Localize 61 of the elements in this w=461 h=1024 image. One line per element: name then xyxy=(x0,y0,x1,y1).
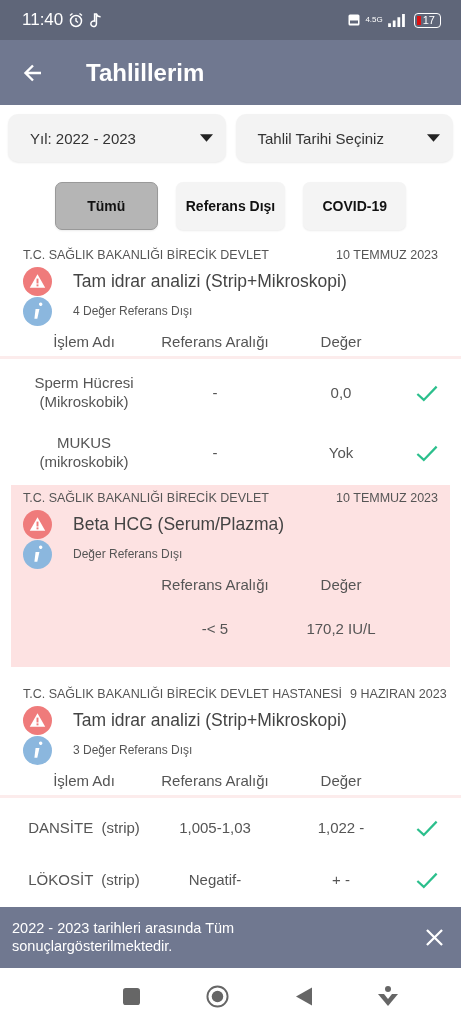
out-of-range-note: 4 Değer Referans Dışı xyxy=(73,304,193,318)
table-cell-text: -< 5 xyxy=(200,619,230,639)
back-arrow-icon[interactable] xyxy=(23,62,43,83)
column-header: İşlem Adı xyxy=(52,771,116,789)
table-cell-text: 1,005-1,03 xyxy=(178,818,252,838)
table-cell-text: LÖKOSİT (strip) xyxy=(27,870,141,890)
institution-name: T.C. SAĞLIK BAKANLIĞI BİRECİK DEVLET HASTANESİ xyxy=(23,687,343,701)
column-header: Referans Aralığı xyxy=(160,332,270,350)
dropdown[interactable]: Yıl: 2022 - 2023 xyxy=(8,114,226,162)
table-cell-text: DANSİTE (strip) xyxy=(27,818,141,838)
filter-chip[interactable]: COVID-19 xyxy=(303,182,407,230)
alarm-clock-icon xyxy=(68,12,85,28)
filter-chip[interactable]: Referans Dışı xyxy=(175,182,286,230)
snackbar-message: 2022 - 2023 tarihleri arasında Tüm sonuçlargösterilmektedir. xyxy=(12,920,236,955)
table-cell-text: Sperm Hücresi (Mikroskobik) xyxy=(33,374,135,412)
institution-name: T.C. SAĞLIK BAKANLIĞI BİRECİK DEVLET xyxy=(23,491,269,505)
table-cell-text: + - xyxy=(331,870,351,890)
caret-icon xyxy=(427,134,440,142)
table-cell-text: Negatif- xyxy=(187,870,243,890)
music-note-icon xyxy=(89,12,103,28)
network-type: 4.5G xyxy=(365,16,383,24)
column-header: Değer xyxy=(319,771,363,789)
table-cell-text: - xyxy=(211,443,219,463)
test-name[interactable]: Beta HCG (Serum/Plazma) xyxy=(73,513,285,535)
test-name[interactable]: Tam idrar analizi (Strip+Mikroskopi) xyxy=(73,270,347,292)
info-icon xyxy=(23,735,52,765)
info-icon xyxy=(23,296,52,326)
result-date: 9 HAZIRAN 2023 xyxy=(350,687,447,701)
info-icon xyxy=(23,539,52,569)
screen-title: Tahlillerim xyxy=(86,58,205,87)
back-icon[interactable] xyxy=(295,986,312,1006)
test-name[interactable]: Tam idrar analizi (Strip+Mikroskopi) xyxy=(73,709,347,731)
table-cell-text: MUKUS (mikroskobik) xyxy=(38,434,130,472)
out-of-range-note: Değer Referans Dışı xyxy=(73,547,183,561)
result-date: 10 TEMMUZ 2023 xyxy=(336,491,438,505)
square-icon[interactable] xyxy=(123,987,141,1005)
warning-icon xyxy=(23,266,52,296)
accessibility-icon[interactable] xyxy=(377,986,398,1006)
battery-indicator: 17 xyxy=(413,12,441,28)
home-icon[interactable] xyxy=(206,984,230,1008)
filter-chip[interactable]: Tümü xyxy=(54,182,158,230)
table-cell-text: - xyxy=(211,383,219,403)
table-cell-text: 1,022 - xyxy=(316,818,366,838)
close-icon[interactable] xyxy=(426,929,443,946)
table-cell-text: 170,2 IU/L xyxy=(305,619,377,639)
dropdown[interactable]: Tahlil Tarihi Seçiniz xyxy=(235,114,453,162)
column-header: Referans Aralığı xyxy=(160,575,270,593)
result-date: 10 TEMMUZ 2023 xyxy=(336,248,438,262)
signal-icon xyxy=(387,13,405,27)
column-header: Değer xyxy=(319,332,363,350)
column-header: Değer xyxy=(319,575,363,593)
column-header: Referans Aralığı xyxy=(160,771,270,789)
out-of-range-note: 3 Değer Referans Dışı xyxy=(73,743,193,757)
institution-name: T.C. SAĞLIK BAKANLIĞI BİRECİK DEVLET xyxy=(23,248,269,262)
table-cell-text: Yok xyxy=(327,443,355,463)
clock-time: 11:40 xyxy=(22,10,64,30)
caret-icon xyxy=(199,134,213,142)
warning-icon xyxy=(23,509,52,539)
warning-icon xyxy=(23,705,52,735)
table-cell-text: 0,0 xyxy=(329,383,353,403)
column-header: İşlem Adı xyxy=(52,332,116,350)
